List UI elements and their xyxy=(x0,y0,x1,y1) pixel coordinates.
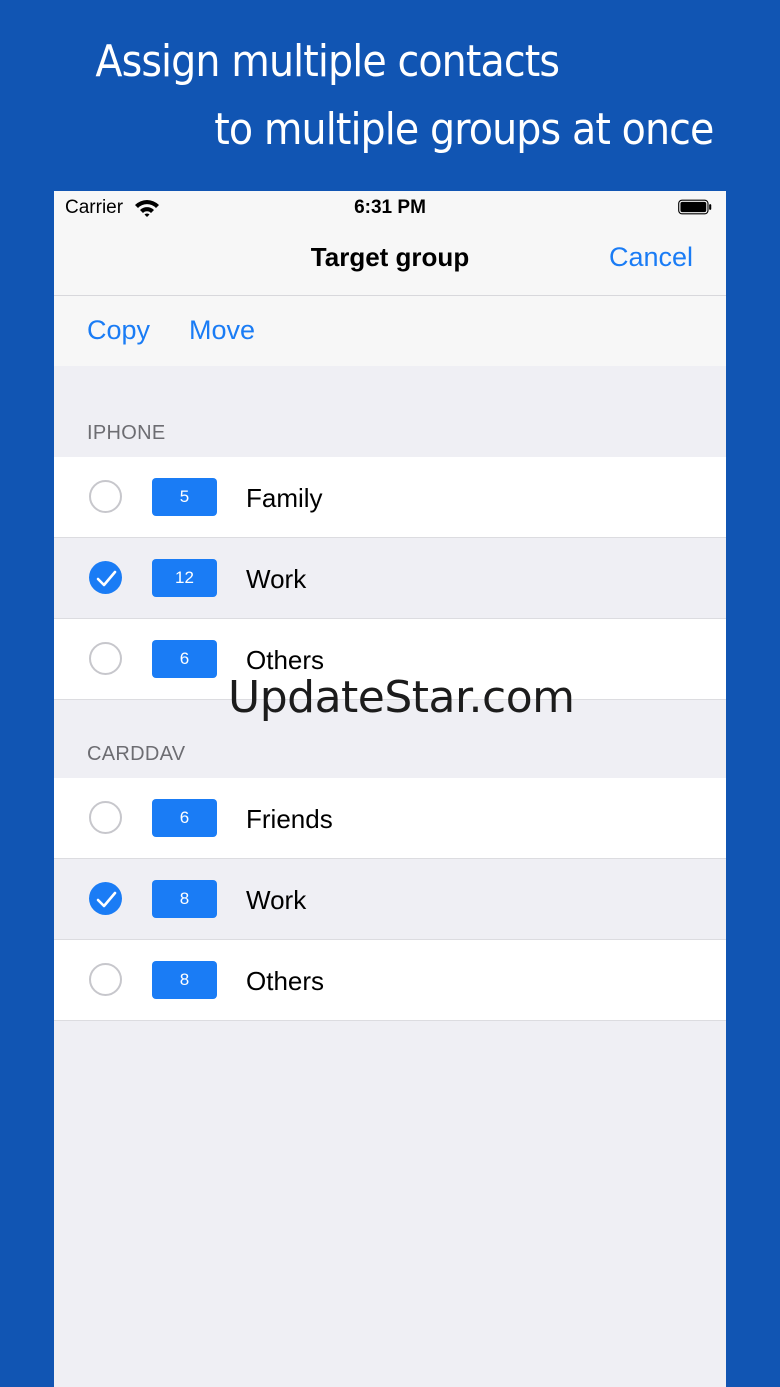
headline-line-1: Assign multiple contacts xyxy=(95,36,560,87)
group-name: Family xyxy=(246,483,323,513)
section-header-iphone: IPHONE xyxy=(87,422,166,444)
checkmark-icon[interactable] xyxy=(89,561,122,594)
group-name: Work xyxy=(246,885,307,915)
count-badge: 8 xyxy=(152,961,217,999)
headline-line-2: to multiple groups at once xyxy=(214,104,714,155)
checkmark-icon[interactable] xyxy=(89,882,122,915)
group-name: Friends xyxy=(246,804,333,834)
count-badge: 12 xyxy=(152,559,217,597)
count-badge: 6 xyxy=(152,640,217,678)
count-badge: 6 xyxy=(152,799,217,837)
group-name: Work xyxy=(246,564,307,594)
list-item[interactable]: 5 Family xyxy=(54,457,726,538)
list-item[interactable]: 8 Others xyxy=(54,940,726,1021)
watermark: UpdateStar.com xyxy=(228,672,575,723)
status-bar: Carrier 6:31 PM xyxy=(54,191,726,227)
radio-unchecked-icon[interactable] xyxy=(89,480,122,513)
section-header-carddav: CARDDAV xyxy=(87,743,186,765)
move-button[interactable]: Move xyxy=(189,315,255,346)
battery-icon xyxy=(678,199,712,215)
radio-unchecked-icon[interactable] xyxy=(89,642,122,675)
list-item[interactable]: 8 Work xyxy=(54,859,726,940)
list-item[interactable]: 6 Friends xyxy=(54,778,726,859)
promo-headline: Assign multiple contacts to multiple gro… xyxy=(0,0,714,190)
copy-button[interactable]: Copy xyxy=(87,315,150,346)
navigation-bar: Carrier 6:31 PM Target group Cancel xyxy=(54,191,726,296)
action-bar: Copy Move xyxy=(54,296,726,366)
count-badge: 8 xyxy=(152,880,217,918)
list-item[interactable]: 12 Work xyxy=(54,538,726,619)
phone-screen: Carrier 6:31 PM Target group Cancel Copy xyxy=(54,191,726,1387)
cancel-button[interactable]: Cancel xyxy=(609,242,693,273)
radio-unchecked-icon[interactable] xyxy=(89,801,122,834)
status-time: 6:31 PM xyxy=(354,197,426,218)
group-name: Others xyxy=(246,966,325,996)
count-badge: 5 xyxy=(152,478,217,516)
radio-unchecked-icon[interactable] xyxy=(89,963,122,996)
